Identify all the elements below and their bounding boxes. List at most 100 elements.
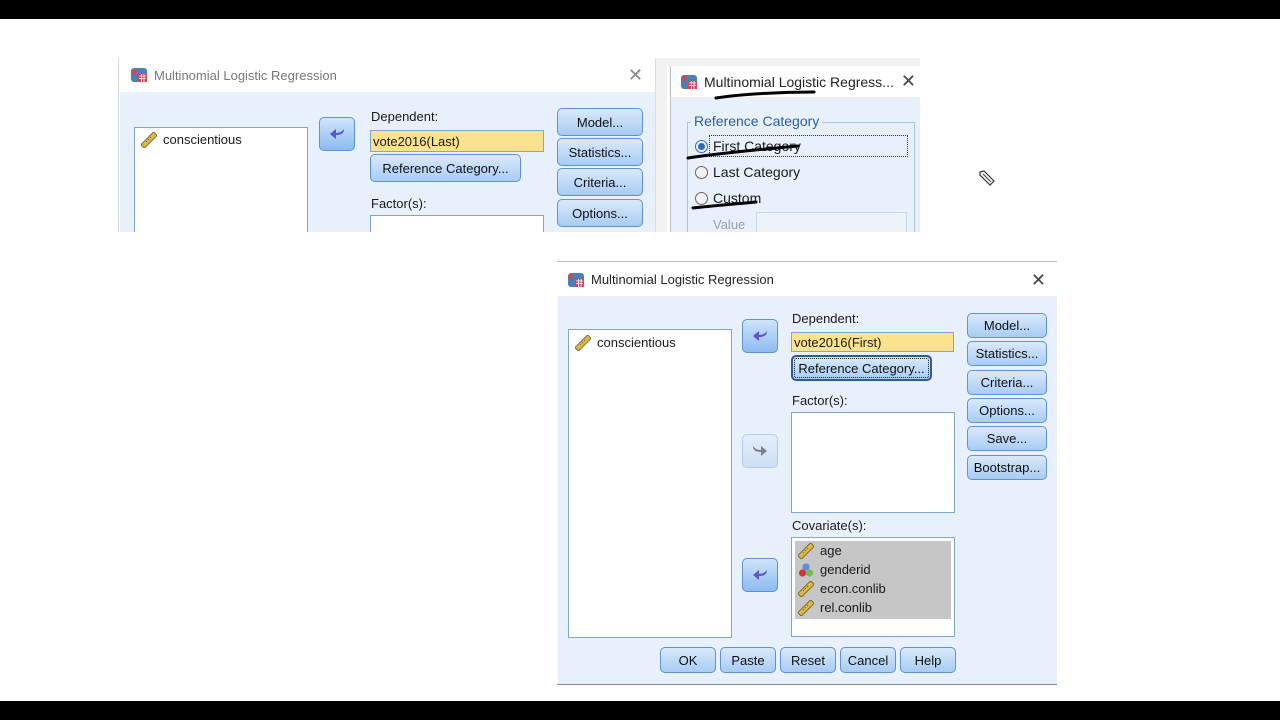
criteria-button-label: Criteria...	[980, 375, 1034, 390]
variable-name: conscientious	[163, 132, 242, 147]
reference-category-button-label: Reference Category...	[798, 360, 925, 376]
value-label: Value	[713, 217, 746, 232]
reference-category-button[interactable]: Reference Category...	[791, 355, 932, 381]
move-to-dependent-button[interactable]	[742, 319, 778, 353]
paste-button-label: Paste	[731, 652, 765, 668]
spreadsheet-edge	[118, 58, 119, 232]
source-variable-list[interactable]: conscientious	[134, 127, 308, 232]
spss-app-icon	[680, 73, 698, 91]
arrow-left-icon	[753, 331, 767, 341]
statistics-button[interactable]: Statistics...	[557, 138, 643, 166]
reference-category-group-label: Reference Category	[691, 113, 823, 129]
covariates-list[interactable]: age genderid econ.conlib rel.conlib	[791, 537, 955, 637]
criteria-button[interactable]: Criteria...	[967, 370, 1047, 395]
multinomial-dialog-main: Multinomial Logistic Regression ✕ consci…	[558, 263, 1057, 684]
variable-name: conscientious	[597, 335, 676, 350]
scale-ruler-icon	[797, 599, 815, 616]
dependent-label-text: Dependent:	[792, 311, 860, 326]
pen-cursor-icon	[979, 170, 995, 186]
factors-label-text: Factor(s):	[792, 393, 848, 408]
arrow-right-icon	[753, 446, 767, 456]
options-button[interactable]: Options...	[557, 199, 643, 227]
scale-ruler-icon	[797, 580, 815, 597]
close-icon[interactable]: ✕	[628, 66, 643, 84]
list-item[interactable]: genderid	[792, 560, 954, 579]
multinomial-dialog-cropped: Multinomial Logistic Regression ✕ consci…	[120, 58, 655, 232]
dependent-value: vote2016(First)	[794, 334, 882, 350]
model-button-label: Model...	[576, 114, 624, 130]
reference-category-button[interactable]: Reference Category...	[370, 154, 521, 182]
factors-label-text: Factor(s):	[371, 196, 427, 211]
model-button[interactable]: Model...	[557, 108, 643, 136]
arrow-left-icon	[753, 570, 767, 580]
options-button-label: Options...	[979, 403, 1035, 418]
scale-ruler-icon	[140, 131, 158, 148]
radio-first-category[interactable]: First Category	[695, 138, 801, 154]
save-button[interactable]: Save...	[967, 426, 1047, 451]
criteria-button[interactable]: Criteria...	[557, 168, 643, 196]
close-icon[interactable]: ✕	[901, 72, 916, 90]
variable-name: rel.conlib	[820, 600, 873, 615]
radio-label: Last Category	[713, 164, 801, 180]
video-letterbox-bottom	[0, 701, 1280, 720]
title-bar: Multinomial Logistic Regress... ✕	[671, 66, 920, 97]
statistics-button-label: Statistics...	[568, 144, 632, 160]
move-to-covariates-button[interactable]	[742, 558, 778, 592]
spreadsheet-edge	[557, 684, 1057, 685]
radio-custom[interactable]: Custom	[695, 190, 761, 206]
options-button[interactable]: Options...	[967, 398, 1047, 423]
close-icon[interactable]: ✕	[1031, 271, 1046, 289]
spss-app-icon	[567, 271, 585, 289]
radio-button[interactable]	[695, 165, 708, 179]
custom-value-input[interactable]	[756, 212, 907, 232]
spreadsheet-edge	[655, 58, 667, 232]
model-button-label: Model...	[983, 318, 1031, 333]
radio-label: First Category	[713, 138, 801, 154]
spreadsheet-edge	[666, 58, 920, 66]
factors-label: Factor(s):	[371, 196, 427, 211]
scale-ruler-icon	[797, 542, 815, 559]
paste-button[interactable]: Paste	[720, 647, 776, 673]
options-button-label: Options...	[572, 205, 628, 221]
list-item[interactable]: age	[792, 541, 954, 560]
reset-button-label: Reset	[791, 652, 825, 668]
dependent-value: vote2016(Last)	[373, 133, 460, 149]
move-to-factors-button[interactable]	[742, 434, 778, 468]
factors-list[interactable]	[791, 412, 955, 513]
dependent-field[interactable]: vote2016(Last)	[370, 130, 544, 152]
list-item[interactable]: rel.conlib	[792, 598, 954, 617]
scale-ruler-icon	[574, 334, 592, 351]
title-bar: Multinomial Logistic Regression ✕	[558, 263, 1057, 296]
factors-list[interactable]	[370, 215, 544, 232]
cancel-button[interactable]: Cancel	[840, 647, 896, 673]
video-letterbox-top	[0, 0, 1280, 19]
radio-button[interactable]	[695, 191, 708, 205]
source-variable-list[interactable]: conscientious	[568, 329, 732, 638]
radio-last-category[interactable]: Last Category	[695, 164, 800, 180]
radio-label: Custom	[713, 190, 762, 206]
covariates-label: Covariate(s):	[792, 518, 866, 533]
covariates-label-text: Covariate(s):	[792, 518, 867, 533]
help-button[interactable]: Help	[900, 647, 956, 673]
list-item[interactable]: econ.conlib	[792, 579, 954, 598]
dialog-title: Multinomial Logistic Regress...	[704, 73, 894, 90]
reference-category-button-label: Reference Category...	[382, 160, 509, 176]
title-bar: Multinomial Logistic Regression ✕	[120, 58, 655, 92]
ok-button[interactable]: OK	[660, 647, 716, 673]
dependent-field[interactable]: vote2016(First)	[791, 332, 954, 352]
model-button[interactable]: Model...	[967, 313, 1047, 338]
dialog-title: Multinomial Logistic Regression	[154, 67, 337, 83]
move-to-dependent-button[interactable]	[319, 117, 355, 151]
bootstrap-button[interactable]: Bootstrap...	[967, 455, 1047, 480]
statistics-button[interactable]: Statistics...	[967, 341, 1047, 366]
radio-button[interactable]	[695, 139, 708, 153]
reset-button[interactable]: Reset	[780, 647, 836, 673]
save-button-label: Save...	[986, 431, 1028, 446]
dependent-label: Dependent:	[792, 311, 859, 326]
arrow-left-icon	[330, 129, 344, 139]
variable-name: econ.conlib	[820, 581, 886, 596]
factors-label: Factor(s):	[792, 393, 848, 408]
list-item[interactable]: conscientious	[569, 333, 731, 352]
list-item[interactable]: conscientious	[135, 130, 307, 149]
dependent-label-text: Dependent:	[371, 109, 439, 124]
